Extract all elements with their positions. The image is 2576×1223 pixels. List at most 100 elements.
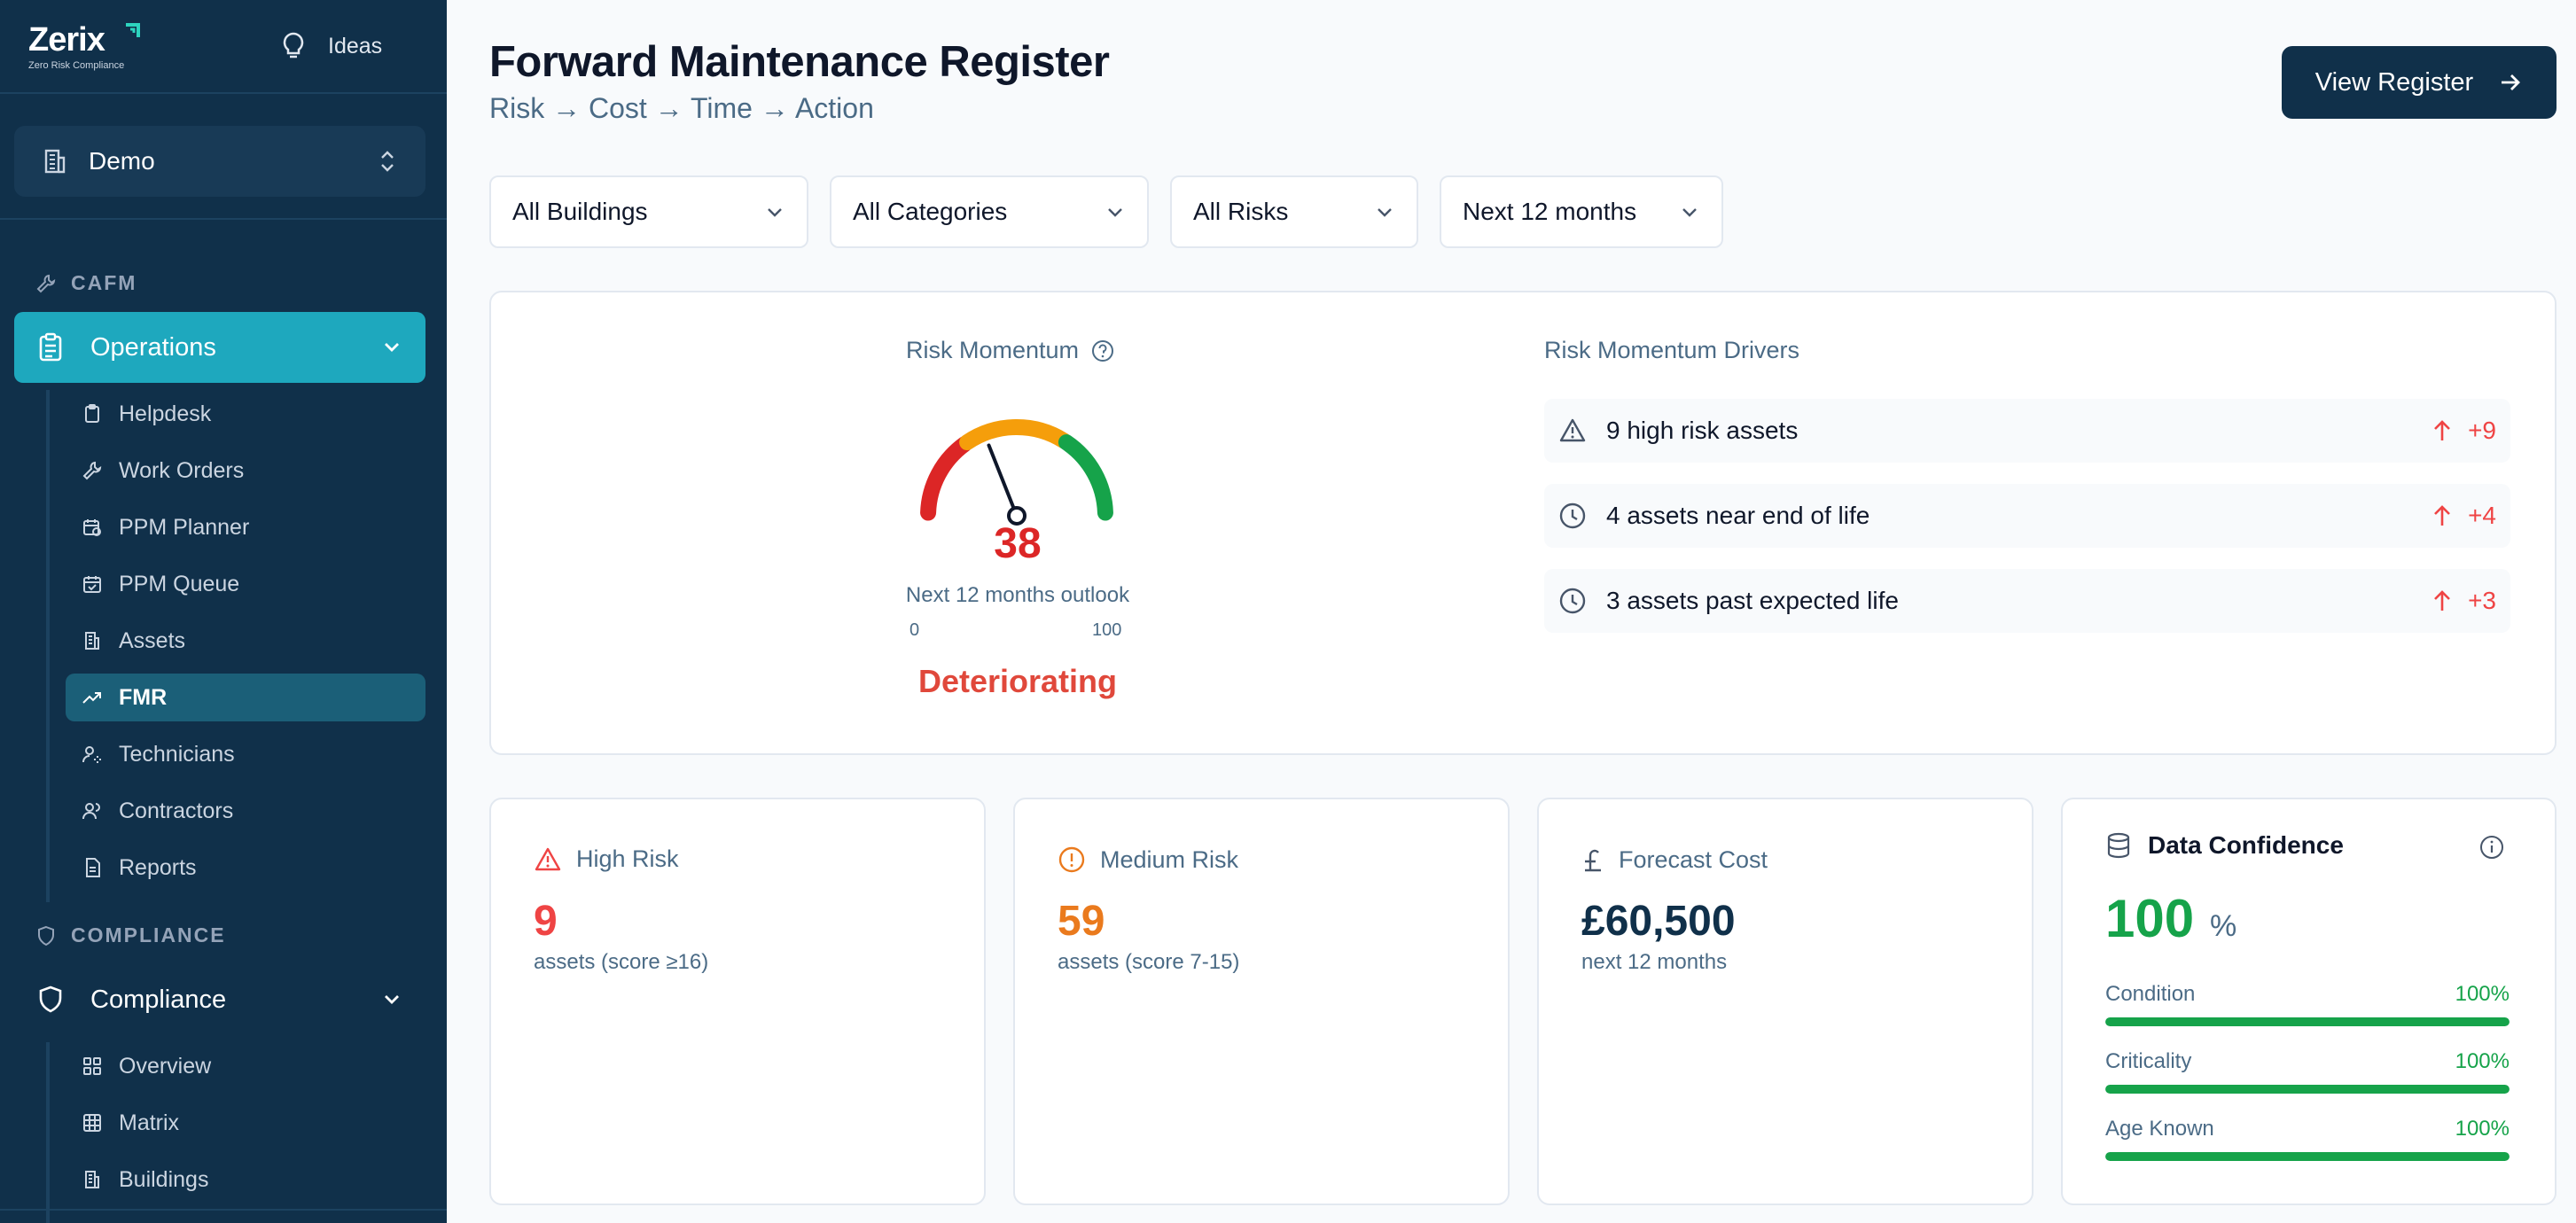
- org-switcher[interactable]: Demo: [14, 126, 425, 197]
- ideas-button[interactable]: Ideas: [282, 28, 382, 64]
- file-text-icon: [86, 858, 100, 877]
- sidebar-item-assets[interactable]: Assets: [66, 617, 425, 665]
- clock-icon: [1559, 588, 1586, 614]
- filter-categories-select[interactable]: All Categories: [830, 175, 1149, 248]
- driver-text: 4 assets near end of life: [1606, 502, 1870, 529]
- driver-delta: +4: [2432, 502, 2496, 530]
- kpi-value: £60,500: [1581, 898, 1736, 945]
- sidebar-item-label: Assets: [119, 627, 186, 653]
- chevron-down-icon: [385, 343, 399, 352]
- nav-group-label: Operations: [90, 332, 216, 362]
- medium-risk-card[interactable]: Medium Risk 59 assets (score 7-15): [1013, 798, 1510, 1205]
- page-subtitle: Risk → Cost → Time → Action: [489, 92, 874, 124]
- clock-icon: [1559, 502, 1586, 529]
- driver-delta-value: +3: [2468, 587, 2496, 614]
- user-cog-icon: [82, 746, 101, 763]
- drivers-title: Risk Momentum Drivers: [1544, 337, 1800, 363]
- view-register-label: View Register: [2314, 67, 2474, 97]
- gauge-segment-low: [920, 436, 973, 521]
- nav-group-compliance[interactable]: Compliance: [14, 964, 425, 1035]
- alert-triangle-icon: [1559, 418, 1586, 442]
- sidebar-item-matrix[interactable]: Matrix: [66, 1099, 425, 1147]
- sidebar-item-label: Technicians: [119, 741, 235, 767]
- org-name: Demo: [89, 147, 155, 175]
- risk-momentum-outlook: Next 12 months outlook: [905, 583, 1130, 607]
- risk-momentum-gauge: [920, 419, 1113, 526]
- kpi-label: Forecast Cost: [1619, 845, 1768, 873]
- confidence-progress-bar: [2105, 1152, 2510, 1161]
- nav-group-operations[interactable]: Operations: [14, 312, 425, 383]
- filter-value: All Categories: [853, 198, 1008, 225]
- grid-icon: [83, 1057, 101, 1075]
- section-label-compliance: COMPLIANCE: [35, 923, 226, 947]
- confidence-progress-fill: [2105, 1017, 2510, 1026]
- filter-risks-select[interactable]: All Risks: [1170, 175, 1418, 248]
- confidence-row: Condition 100%: [2105, 982, 2510, 1026]
- confidence-row-value: 100%: [2455, 1117, 2510, 1141]
- sidebar-item-reports[interactable]: Reports: [66, 844, 425, 892]
- sidebar-item-contractors[interactable]: Contractors: [66, 787, 425, 835]
- shield-icon: [38, 925, 54, 946]
- clipboard-list-icon: [39, 332, 62, 362]
- risk-momentum-status: Deteriorating: [917, 663, 1118, 699]
- high-risk-card[interactable]: High Risk 9 assets (score ≥16): [489, 798, 986, 1205]
- logo-arrow-icon: [126, 23, 140, 37]
- sidebar-item-fmr[interactable]: FMR: [66, 674, 425, 721]
- sidebar-item-label: FMR: [119, 684, 168, 710]
- kpi-note: assets (score 7-15): [1058, 950, 1240, 974]
- gauge-segment-high: [1058, 434, 1113, 521]
- kpi-note: next 12 months: [1581, 950, 1728, 974]
- chevron-down-icon: [385, 995, 399, 1004]
- subnav-rail: [46, 1042, 50, 1223]
- sidebar-item-label: Matrix: [119, 1110, 180, 1135]
- logo[interactable]: Zerix Zero Risk Compliance: [28, 21, 144, 74]
- sidebar-divider: [0, 1209, 447, 1211]
- gauge-needle: [987, 443, 1019, 518]
- pound-sterling-icon: [1585, 849, 1601, 872]
- gauge-segment-mid: [959, 419, 1072, 451]
- kpi-label: Medium Risk: [1100, 845, 1239, 873]
- database-icon: [2107, 832, 2130, 859]
- chevron-down-icon: [768, 208, 782, 217]
- section-label-text: COMPLIANCE: [71, 923, 226, 946]
- sidebar-item-label: Reports: [119, 854, 197, 880]
- driver-delta: +3: [2432, 587, 2496, 615]
- risk-momentum-label: Risk Momentum: [906, 337, 1080, 363]
- alert-triangle-icon: [535, 847, 561, 870]
- building-icon: [44, 149, 66, 174]
- confidence-row-label: Condition: [2105, 982, 2196, 1006]
- arrow-up-icon: [2434, 505, 2450, 526]
- kpi-label: High Risk: [576, 845, 679, 872]
- sidebar-item-label: Work Orders: [119, 457, 245, 483]
- data-confidence-value: 100: [2105, 889, 2195, 948]
- data-confidence-card: Data Confidence 100 % Condition 100% Crit…: [2061, 798, 2556, 1205]
- sidebar-item-work-orders[interactable]: Work Orders: [66, 447, 425, 495]
- kpi-header: Medium Risk: [1058, 845, 1238, 874]
- driver-delta-value: +4: [2468, 502, 2496, 529]
- filter-period-select[interactable]: Next 12 months: [1440, 175, 1723, 248]
- sidebar-item-buildings[interactable]: Buildings: [66, 1156, 425, 1204]
- section-label-cafm: CAFM: [35, 271, 137, 295]
- gauge-max-label: 100: [1092, 620, 1122, 640]
- sidebar-item-overview[interactable]: Overview: [66, 1042, 425, 1090]
- sidebar-item-ppm-planner[interactable]: PPM Planner: [66, 503, 425, 551]
- confidence-row-value: 100%: [2455, 982, 2510, 1006]
- kpi-header: Forecast Cost: [1581, 845, 1768, 874]
- filter-buildings-select[interactable]: All Buildings: [489, 175, 808, 248]
- risk-momentum-title: Risk Momentum: [906, 337, 1114, 364]
- driver-delta: +9: [2432, 417, 2496, 445]
- sidebar-item-helpdesk[interactable]: Helpdesk: [66, 390, 425, 438]
- alert-circle-icon: [1058, 846, 1085, 873]
- sidebar-item-label: PPM Planner: [119, 514, 250, 540]
- sidebar-item-ppm-queue[interactable]: PPM Queue: [66, 560, 425, 608]
- info-icon[interactable]: [2479, 835, 2504, 860]
- confidence-progress-fill: [2105, 1152, 2510, 1161]
- lightbulb-icon: [283, 32, 304, 58]
- forecast-cost-card[interactable]: Forecast Cost £60,500 next 12 months: [1537, 798, 2033, 1205]
- chevron-up-down-icon: [381, 151, 394, 172]
- wrench-icon: [82, 461, 102, 480]
- sidebar-item-technicians[interactable]: Technicians: [66, 730, 425, 778]
- view-register-button[interactable]: View Register: [2282, 46, 2556, 119]
- help-circle-icon[interactable]: [1091, 339, 1114, 362]
- logo-tagline: Zero Risk Compliance: [28, 60, 125, 71]
